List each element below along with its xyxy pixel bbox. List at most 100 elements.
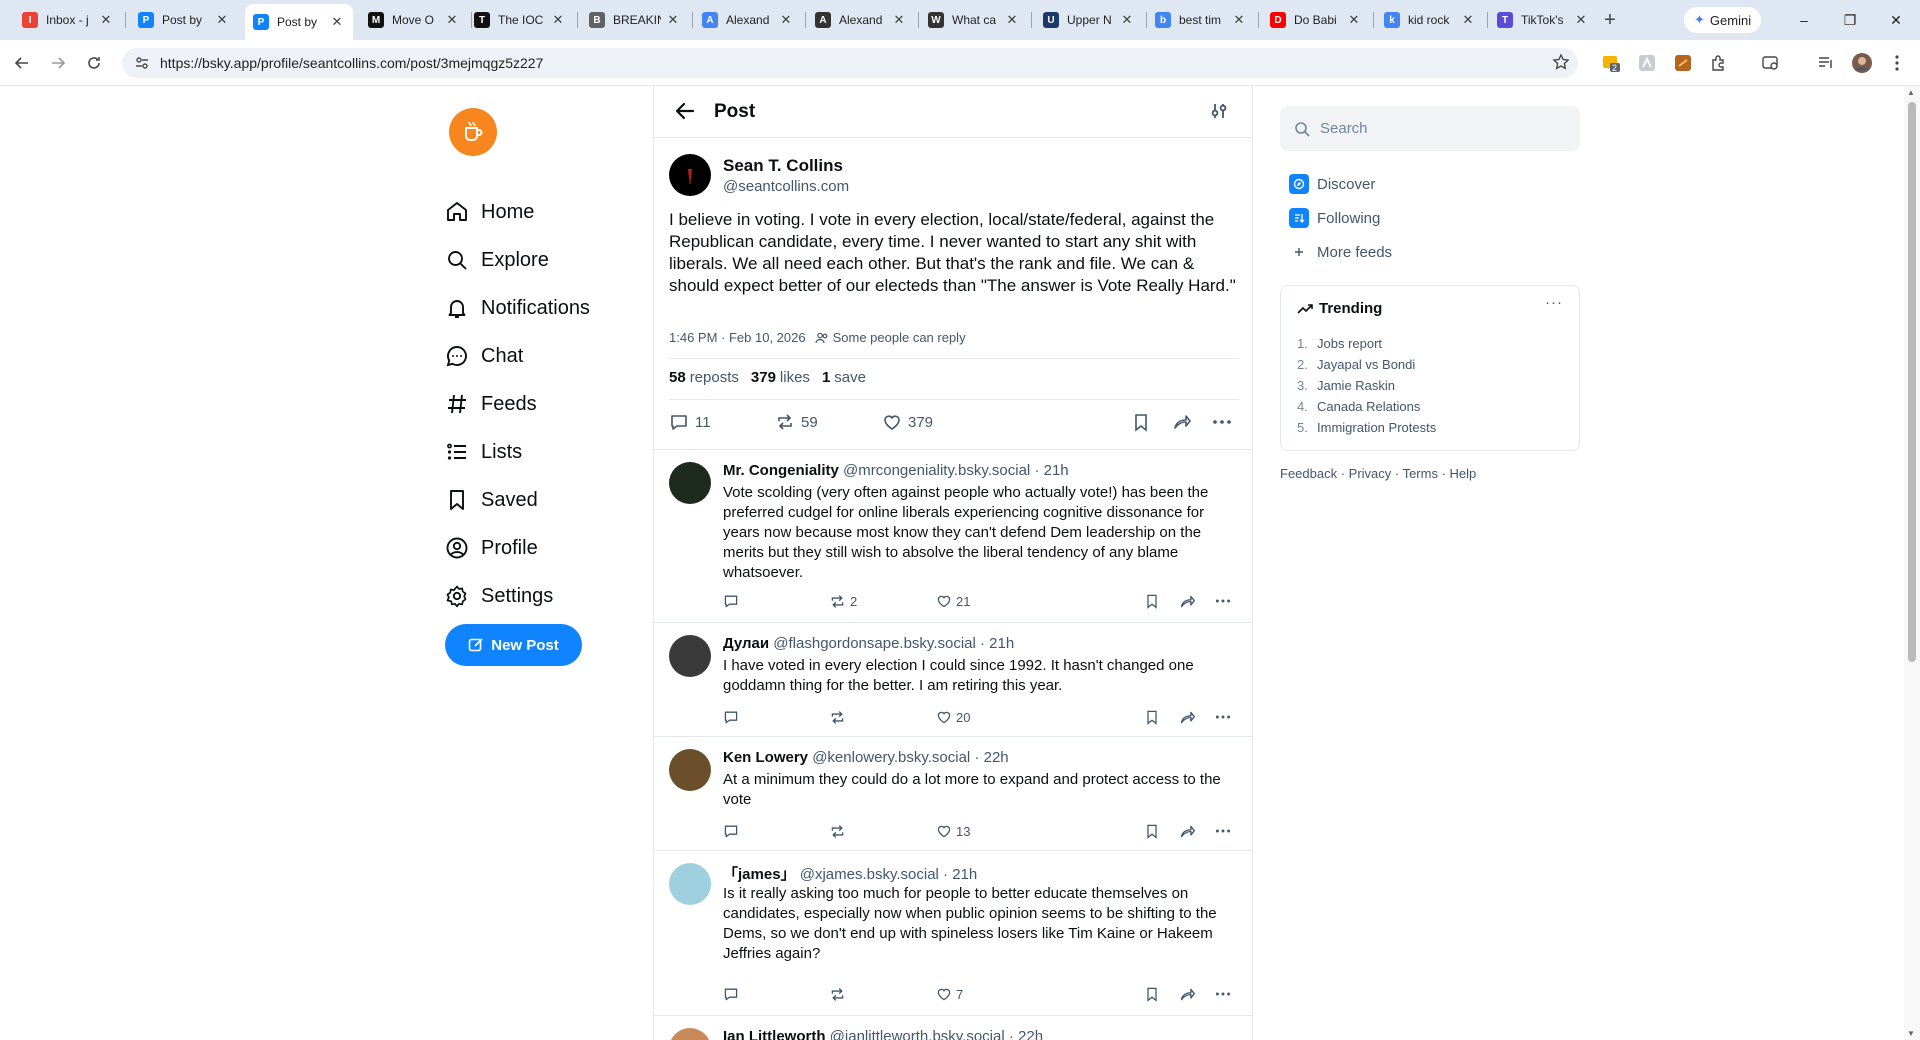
extension-icon[interactable] bbox=[1636, 52, 1658, 74]
reply-author-handle[interactable]: @kenlowery.bsky.social bbox=[812, 749, 970, 766]
reply-button[interactable]: 11 bbox=[669, 412, 711, 432]
close-tab-icon[interactable]: ✕ bbox=[98, 12, 114, 28]
footer-links[interactable]: Feedback · Privacy · Terms · Help bbox=[1280, 466, 1476, 481]
close-tab-icon[interactable]: ✕ bbox=[1231, 12, 1247, 28]
profile-avatar-icon[interactable] bbox=[1851, 52, 1873, 74]
browser-tab[interactable]: T The IOC ✕ bbox=[466, 6, 574, 34]
reply-permission[interactable]: Some people can reply bbox=[814, 330, 966, 345]
close-tab-icon[interactable]: ✕ bbox=[1460, 12, 1476, 28]
browser-tab[interactable]: I Inbox - j ✕ bbox=[14, 6, 122, 34]
browser-tab[interactable]: k kid rock ✕ bbox=[1376, 6, 1484, 34]
post-timestamp[interactable]: 1:46 PM · Feb 10, 2026 bbox=[669, 330, 806, 345]
bookmark-button[interactable] bbox=[1144, 593, 1164, 609]
close-tab-icon[interactable]: ✕ bbox=[1119, 12, 1135, 28]
close-window-button[interactable]: ✕ bbox=[1878, 6, 1914, 34]
trending-item[interactable]: 1. Jobs report bbox=[1297, 336, 1382, 351]
author-name[interactable]: Sean T. Collins bbox=[723, 156, 843, 176]
reply-avatar[interactable] bbox=[669, 462, 711, 504]
repost-button[interactable]: 59 bbox=[775, 412, 818, 432]
extension-icon[interactable]: 2 bbox=[1600, 52, 1622, 74]
reply-post[interactable]: Ken Lowery @kenlowery.bsky.social · 22h A… bbox=[654, 736, 1252, 850]
saves-stat[interactable]: 1 save bbox=[822, 369, 866, 386]
nav-item-chat[interactable]: Chat bbox=[445, 336, 523, 376]
trending-item[interactable]: 2. Jayapal vs Bondi bbox=[1297, 357, 1415, 372]
browser-tab[interactable]: B BREAKIN ✕ bbox=[581, 6, 689, 34]
like-button[interactable]: 20 bbox=[936, 709, 970, 725]
tab-search-icon[interactable] bbox=[1760, 52, 1782, 74]
reply-post[interactable]: Mr. Congeniality @mrcongeniality.bsky.so… bbox=[654, 449, 1252, 622]
address-bar[interactable]: https://bsky.app/profile/seantcollins.co… bbox=[122, 48, 1578, 78]
browser-tab[interactable]: D Do Babi ✕ bbox=[1262, 6, 1370, 34]
reply-age[interactable]: · 21h bbox=[980, 635, 1014, 652]
more-options-button[interactable] bbox=[1215, 986, 1235, 1002]
share-button[interactable] bbox=[1179, 593, 1200, 610]
browser-tab[interactable]: U Upper N ✕ bbox=[1035, 6, 1143, 34]
reply-author[interactable]: Ken Lowery @kenlowery.bsky.social · 22h bbox=[723, 749, 1009, 766]
bookmark-button[interactable] bbox=[1144, 709, 1164, 725]
back-button[interactable] bbox=[8, 49, 36, 77]
reply-author-name[interactable]: Дулаи bbox=[723, 635, 769, 652]
close-tab-icon[interactable]: ✕ bbox=[214, 12, 230, 28]
author-handle[interactable]: @seantcollins.com bbox=[723, 178, 849, 195]
reply-author-name[interactable]: Ken Lowery bbox=[723, 749, 808, 766]
reply-author[interactable]: Ian Littleworth @ianlittleworth.bsky.soc… bbox=[723, 1028, 1043, 1040]
nav-item-settings[interactable]: Settings bbox=[445, 576, 553, 616]
close-tab-icon[interactable]: ✕ bbox=[444, 12, 460, 28]
author-avatar[interactable] bbox=[669, 154, 711, 196]
like-button[interactable]: 13 bbox=[936, 823, 970, 839]
browser-tab[interactable]: M Move O ✕ bbox=[360, 6, 468, 34]
scrollbar-thumb[interactable] bbox=[1908, 102, 1916, 662]
reply-button[interactable] bbox=[723, 823, 743, 839]
feed-link-discover[interactable]: Discover bbox=[1289, 172, 1375, 196]
repost-button[interactable] bbox=[829, 823, 850, 840]
thread-settings-icon[interactable] bbox=[1210, 102, 1228, 125]
reply-author-name[interactable]: Mr. Congeniality bbox=[723, 462, 839, 479]
nav-item-explore[interactable]: Explore bbox=[445, 240, 549, 280]
reply-author[interactable]: 「james」 @xjames.bsky.social · 21h bbox=[723, 863, 977, 884]
bookmark-button[interactable] bbox=[1131, 412, 1157, 432]
trending-options-icon[interactable]: ··· bbox=[1545, 294, 1563, 311]
reply-post[interactable]: Ian Littleworth @ianlittleworth.bsky.soc… bbox=[654, 1015, 1252, 1040]
browser-tab[interactable]: P Post by ✕ bbox=[245, 4, 353, 40]
nav-item-profile[interactable]: Profile bbox=[445, 528, 538, 568]
nav-item-saved[interactable]: Saved bbox=[445, 480, 538, 520]
share-button[interactable] bbox=[1179, 709, 1200, 726]
browser-tab[interactable]: P Post by ✕ bbox=[130, 6, 238, 34]
close-tab-icon[interactable]: ✕ bbox=[329, 14, 345, 30]
extensions-puzzle-icon[interactable] bbox=[1708, 52, 1730, 74]
repost-button[interactable] bbox=[829, 986, 850, 1003]
bookmark-button[interactable] bbox=[1144, 986, 1164, 1002]
reply-author-handle[interactable]: @mrcongeniality.bsky.social bbox=[843, 462, 1030, 479]
bookmark-star-icon[interactable] bbox=[1552, 53, 1570, 76]
forward-button[interactable] bbox=[44, 49, 72, 77]
minimize-button[interactable]: – bbox=[1786, 6, 1822, 34]
media-control-icon[interactable] bbox=[1815, 52, 1837, 74]
close-tab-icon[interactable]: ✕ bbox=[1004, 12, 1020, 28]
close-tab-icon[interactable]: ✕ bbox=[778, 12, 794, 28]
feed-link-more-feeds[interactable]: More feeds bbox=[1289, 240, 1392, 264]
search-input[interactable]: Search bbox=[1280, 106, 1580, 151]
browser-tab[interactable]: A Alexand ✕ bbox=[694, 6, 802, 34]
new-tab-button[interactable]: + bbox=[1598, 8, 1622, 32]
more-options-button[interactable] bbox=[1215, 709, 1235, 725]
nav-item-home[interactable]: Home bbox=[445, 192, 534, 232]
browser-menu-icon[interactable] bbox=[1886, 52, 1908, 74]
reply-post[interactable]: 「james」 @xjames.bsky.social · 21h Is it r… bbox=[654, 850, 1252, 1015]
close-tab-icon[interactable]: ✕ bbox=[891, 12, 907, 28]
trending-item[interactable]: 5. Immigration Protests bbox=[1297, 420, 1436, 435]
reply-button[interactable] bbox=[723, 986, 743, 1002]
bookmark-button[interactable] bbox=[1144, 823, 1164, 839]
extension-icon[interactable] bbox=[1672, 52, 1694, 74]
reply-age[interactable]: · 21h bbox=[1034, 462, 1068, 479]
bluesky-logo[interactable] bbox=[449, 108, 497, 156]
more-options-button[interactable] bbox=[1215, 823, 1235, 839]
share-button[interactable] bbox=[1172, 412, 1198, 432]
reply-author-handle[interactable]: @xjames.bsky.social bbox=[800, 866, 939, 883]
reply-author-name[interactable]: 「james」 bbox=[723, 866, 796, 883]
reply-author-handle[interactable]: @flashgordonsape.bsky.social bbox=[773, 635, 976, 652]
gemini-button[interactable]: ✦ Gemini bbox=[1684, 7, 1762, 33]
reply-button[interactable] bbox=[723, 709, 743, 725]
reply-author-handle[interactable]: @ianlittleworth.bsky.social bbox=[830, 1028, 1005, 1040]
reply-age[interactable]: · 22h bbox=[1009, 1028, 1043, 1040]
trending-item[interactable]: 3. Jamie Raskin bbox=[1297, 378, 1395, 393]
